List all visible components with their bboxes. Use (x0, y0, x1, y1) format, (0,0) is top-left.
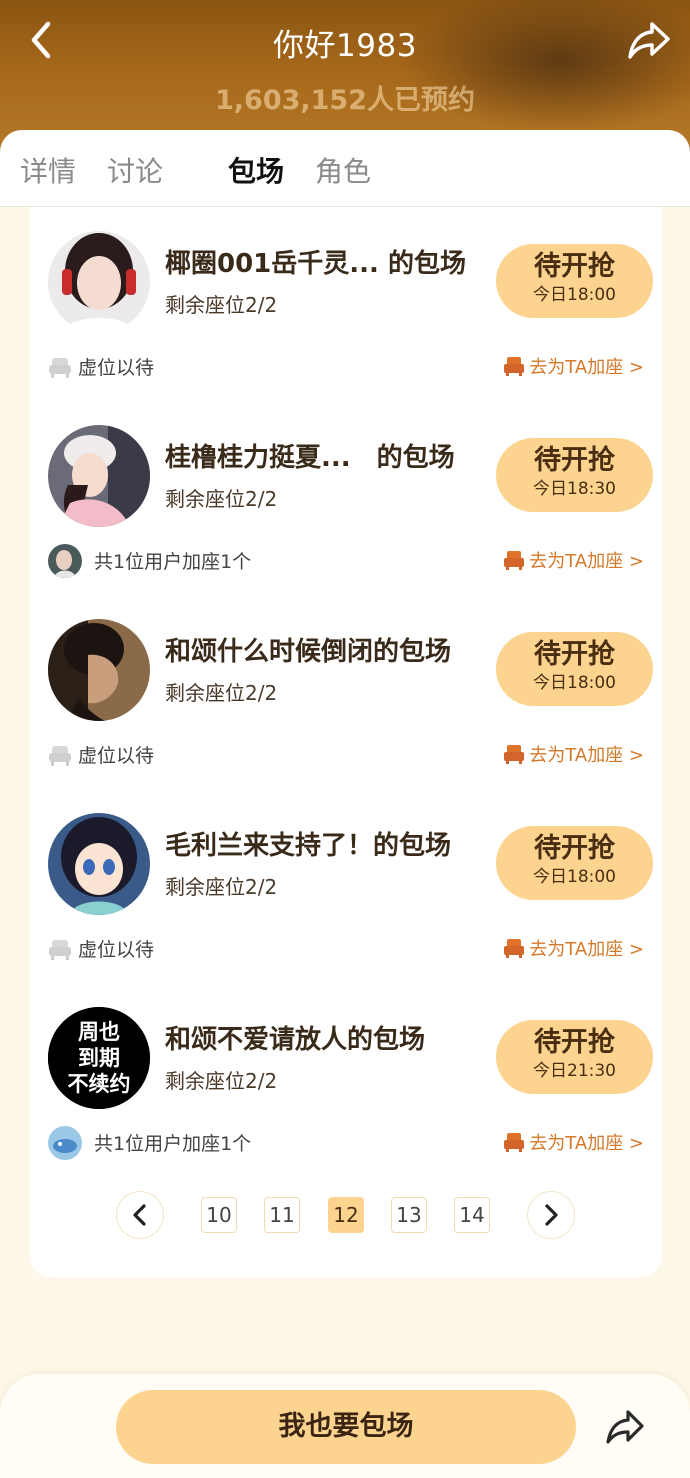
add-seat-link[interactable]: 去为TA加座 > (503, 547, 644, 573)
grab-button[interactable]: 待开抢 今日21:30 (496, 1020, 653, 1094)
screening-title: 和颂什么时候倒闭的包场 (165, 637, 452, 667)
grab-time: 今日18:00 (533, 867, 616, 887)
avatar[interactable] (48, 425, 150, 527)
grab-time: 今日18:00 (533, 285, 616, 305)
avatar[interactable] (48, 619, 150, 721)
grab-button[interactable]: 待开抢 今日18:00 (496, 244, 653, 318)
prev-page-button[interactable] (116, 1191, 164, 1239)
screening-title: 桂橹桂力挺夏... 的包场 (165, 443, 455, 473)
tab-details[interactable]: 详情 (20, 150, 76, 190)
tab-discussion[interactable]: 讨论 (107, 150, 163, 190)
share-button-bottom[interactable] (604, 1408, 646, 1446)
bottom-action-bar: 我也要包场 (0, 1374, 690, 1478)
add-seat-label: 去为TA加座 > (529, 357, 644, 378)
share-icon (628, 22, 670, 59)
screening-title: 椰圈001岳千灵... 的包场 (165, 249, 466, 279)
sofa-icon (504, 1133, 525, 1152)
add-seat-link[interactable]: 去为TA加座 > (503, 353, 644, 379)
empty-seat-icon (49, 940, 71, 960)
next-page-button[interactable] (527, 1191, 575, 1239)
seat-status: 虚位以待 (78, 357, 155, 379)
tab-characters[interactable]: 角色 (315, 150, 371, 190)
avatar-text-line: 到期 (78, 1046, 120, 1070)
seat-status: 共1位用户加座1个 (94, 1133, 252, 1155)
page-title: 你好1983 (273, 28, 417, 64)
sofa-icon (504, 357, 525, 376)
sofa-icon (504, 551, 525, 570)
screening-list: 椰圈001岳千灵... 的包场 剩余座位2/2 待开抢 今日18:00 虚位以待… (30, 207, 662, 1277)
remaining-seats: 剩余座位2/2 (165, 487, 278, 511)
grab-label: 待开抢 (534, 445, 615, 476)
avatar[interactable] (48, 813, 150, 915)
avatar[interactable]: 周也 到期 不续约 (48, 1007, 150, 1109)
avatar-text-line: 周也 (78, 1020, 120, 1044)
list-item[interactable]: 和颂什么时候倒闭的包场 剩余座位2/2 待开抢 今日18:00 虚位以待 去为T… (30, 595, 662, 789)
remaining-seats: 剩余座位2/2 (165, 681, 278, 705)
page-number[interactable]: 13 (391, 1197, 427, 1233)
add-seat-link[interactable]: 去为TA加座 > (503, 935, 644, 961)
pagination: 10 11 12 13 14 (30, 1191, 662, 1241)
add-seat-label: 去为TA加座 > (529, 745, 644, 766)
add-seat-label: 去为TA加座 > (529, 1133, 644, 1154)
seat-status: 虚位以待 (78, 939, 155, 961)
page-number-current[interactable]: 12 (328, 1197, 364, 1233)
add-seat-label: 去为TA加座 > (529, 939, 644, 960)
reservation-count: 1,603,152人已预约 (214, 85, 476, 116)
grab-label: 待开抢 (534, 639, 615, 670)
share-icon (606, 1410, 644, 1444)
remaining-seats: 剩余座位2/2 (165, 293, 278, 317)
tab-private-screening[interactable]: 包场 (228, 150, 284, 190)
add-seat-label: 去为TA加座 > (529, 551, 644, 572)
list-item[interactable]: 椰圈001岳千灵... 的包场 剩余座位2/2 待开抢 今日18:00 虚位以待… (30, 207, 662, 401)
grab-label: 待开抢 (534, 1027, 615, 1058)
grab-button[interactable]: 待开抢 今日18:00 (496, 826, 653, 900)
empty-seat-icon (49, 746, 71, 766)
add-seat-link[interactable]: 去为TA加座 > (503, 741, 644, 767)
grab-time: 今日18:30 (533, 479, 616, 499)
user-avatar[interactable] (48, 544, 82, 578)
share-button-top[interactable] (626, 18, 672, 62)
seat-status: 共1位用户加座1个 (94, 551, 252, 573)
create-screening-button[interactable]: 我也要包场 (116, 1390, 576, 1464)
tab-bar: 详情 讨论 包场 角色 (0, 130, 690, 207)
page-number[interactable]: 11 (264, 1197, 300, 1233)
grab-time: 今日18:00 (533, 673, 616, 693)
empty-seat-icon (49, 358, 71, 378)
grab-label: 待开抢 (534, 251, 615, 282)
page-number[interactable]: 10 (201, 1197, 237, 1233)
avatar-text-line: 不续约 (68, 1072, 131, 1096)
grab-time: 今日21:30 (533, 1061, 616, 1081)
list-item[interactable]: 毛利兰来支持了！的包场 剩余座位2/2 待开抢 今日18:00 虚位以待 去为T… (30, 789, 662, 983)
sofa-icon (504, 745, 525, 764)
screening-title: 和颂不爱请放人的包场 (165, 1025, 426, 1055)
list-item[interactable]: 桂橹桂力挺夏... 的包场 剩余座位2/2 待开抢 今日18:30 共1位用户加… (30, 401, 662, 595)
add-seat-link[interactable]: 去为TA加座 > (503, 1129, 644, 1155)
user-avatar[interactable] (48, 1126, 82, 1160)
grab-button[interactable]: 待开抢 今日18:30 (496, 438, 653, 512)
sofa-icon (504, 939, 525, 958)
seat-status: 虚位以待 (78, 745, 155, 767)
grab-label: 待开抢 (534, 833, 615, 864)
remaining-seats: 剩余座位2/2 (165, 1069, 278, 1093)
grab-button[interactable]: 待开抢 今日18:00 (496, 632, 653, 706)
list-item[interactable]: 周也 到期 不续约 和颂不爱请放人的包场 剩余座位2/2 待开抢 今日21:30… (30, 983, 662, 1177)
chevron-right-icon (545, 1204, 558, 1226)
chevron-left-icon (133, 1204, 146, 1226)
screening-title: 毛利兰来支持了！的包场 (165, 831, 452, 861)
page-number[interactable]: 14 (454, 1197, 490, 1233)
remaining-seats: 剩余座位2/2 (165, 875, 278, 899)
avatar[interactable] (48, 231, 150, 333)
